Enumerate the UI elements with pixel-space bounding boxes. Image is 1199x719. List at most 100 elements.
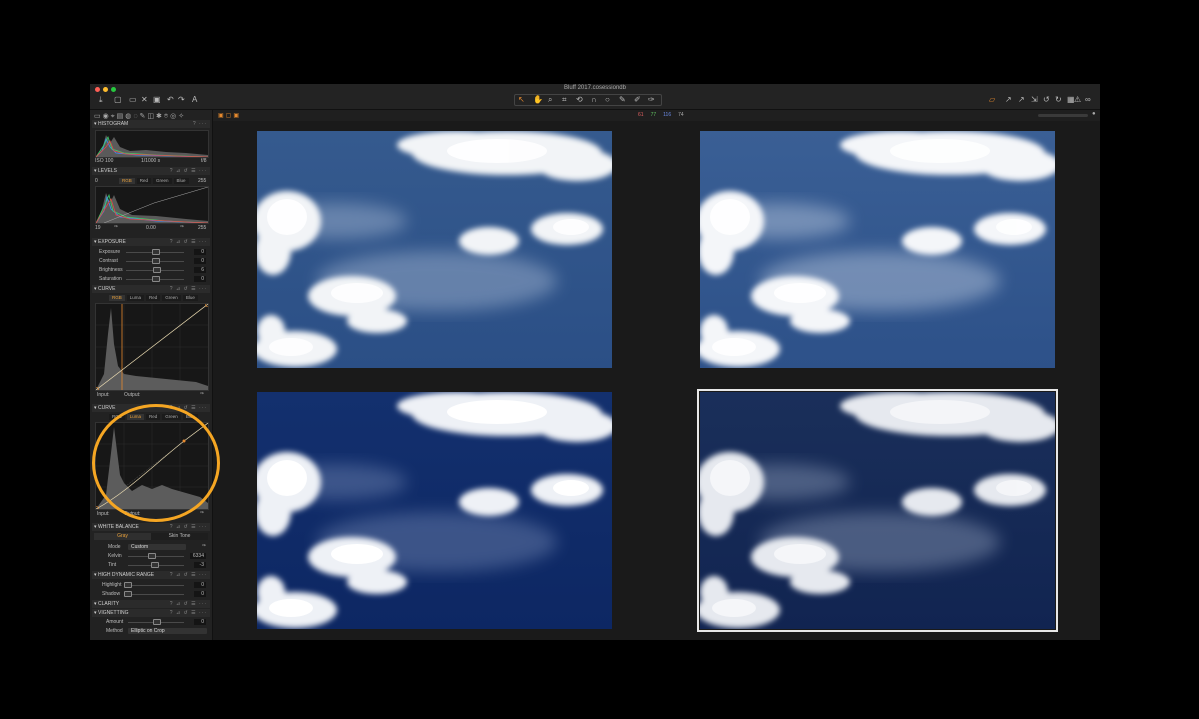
eraser-tool-icon[interactable]: ✐ bbox=[634, 95, 641, 104]
photo-variant-3[interactable] bbox=[257, 392, 612, 629]
levels-output-high[interactable]: 255 bbox=[198, 225, 206, 231]
saturation-slider-knob[interactable] bbox=[152, 276, 160, 282]
picker-tool-icon[interactable]: ✑ bbox=[648, 95, 655, 104]
curve-2-picker-icon[interactable]: ✑ bbox=[200, 510, 204, 516]
levels-input-low[interactable]: 0 bbox=[95, 178, 98, 184]
rotate-tool-icon[interactable]: ⟲ bbox=[576, 95, 583, 104]
vignetting-method-select[interactable]: Elliptic on Crop bbox=[128, 628, 207, 634]
sky-photo bbox=[700, 392, 1055, 629]
levels-picker-icon-right[interactable]: ✑ bbox=[180, 224, 184, 230]
levels-input-high[interactable]: 255 bbox=[198, 178, 206, 184]
sky-photo bbox=[257, 392, 612, 629]
contrast-label: Contrast bbox=[99, 258, 118, 264]
arrow-icon[interactable]: ↗ bbox=[1005, 95, 1012, 104]
levels-tab-red[interactable]: Red bbox=[136, 178, 152, 184]
redo-all-icon[interactable]: ↻ bbox=[1055, 95, 1062, 104]
curve-tab-green[interactable]: Green bbox=[162, 295, 181, 301]
crop-tool-icon[interactable]: ⌗ bbox=[562, 95, 567, 104]
contrast-slider-knob[interactable] bbox=[152, 258, 160, 264]
wb-tint-knob[interactable] bbox=[151, 562, 159, 568]
wb-picker-icon[interactable]: ✑ bbox=[202, 543, 206, 549]
clarity-header[interactable]: CLARITY? ⊿ ↺ ☰ ··· bbox=[90, 600, 210, 608]
levels-output-low[interactable]: 19 bbox=[95, 225, 101, 231]
compare-icon[interactable]: ⇲ bbox=[1031, 95, 1038, 104]
wb-kelvin-slider[interactable] bbox=[128, 556, 184, 557]
import-icon[interactable]: ⤓ bbox=[99, 95, 103, 104]
reset-icon[interactable]: ↺ bbox=[1043, 95, 1050, 104]
levels-tab-blue[interactable]: Blue bbox=[173, 178, 189, 184]
vignetting-amount-value[interactable]: 0 bbox=[194, 619, 206, 625]
vignetting-amount-label: Amount bbox=[106, 619, 124, 625]
redo-icon[interactable]: ↷ bbox=[178, 95, 185, 104]
undo-icon[interactable]: ↶ bbox=[167, 95, 174, 104]
levels-picker-icon[interactable]: ✑ bbox=[114, 224, 118, 230]
title-bar: Bluff 2017.cosessiondb ⤓ ▢ ▭ ✕ ▣ ↶ ↷ A ↖… bbox=[90, 84, 1100, 110]
curve-tab-rgb[interactable]: RGB bbox=[109, 295, 125, 301]
curve-tab-luma[interactable]: Luma bbox=[126, 295, 145, 301]
hdr-highlight-slider[interactable] bbox=[126, 585, 184, 586]
zoom-slider[interactable] bbox=[1038, 114, 1088, 117]
cursor-tool-icon[interactable]: ↖ bbox=[518, 95, 525, 104]
edit-icon[interactable]: ↗ bbox=[1018, 95, 1025, 104]
keystone-tool-icon[interactable]: ∩ bbox=[591, 95, 597, 104]
hdr-shadow-slider[interactable] bbox=[126, 594, 184, 595]
wb-tint-value[interactable]: -3 bbox=[194, 562, 206, 568]
folder-icon[interactable]: ▭ bbox=[129, 95, 137, 104]
camera-icon[interactable]: ▢ bbox=[114, 95, 122, 104]
hdr-header[interactable]: HIGH DYNAMIC RANGE? ⊿ ↺ ☰ ··· bbox=[90, 571, 210, 579]
white-balance-header[interactable]: WHITE BALANCE? ⊿ ↺ ☰ ··· bbox=[90, 523, 210, 531]
brightness-value[interactable]: 6 bbox=[194, 267, 206, 273]
photo-variant-2[interactable] bbox=[700, 131, 1055, 368]
saturation-label: Saturation bbox=[99, 276, 122, 282]
wb-tab-gray[interactable]: Gray bbox=[94, 533, 151, 540]
curve-tab-red[interactable]: Red bbox=[146, 295, 161, 301]
curve-graph[interactable] bbox=[95, 303, 209, 391]
exposure-value[interactable]: 0 bbox=[194, 249, 206, 255]
brightness-slider-knob[interactable] bbox=[153, 267, 161, 273]
pan-tool-icon[interactable]: ✋ bbox=[533, 95, 543, 104]
wb-tab-skin-tone[interactable]: Skin Tone bbox=[151, 533, 208, 540]
levels-tab-green[interactable]: Green bbox=[153, 178, 172, 184]
photo-variant-4-selected[interactable] bbox=[697, 389, 1058, 632]
viewer-subbar bbox=[90, 110, 1100, 121]
spot-tool-icon[interactable]: ○ bbox=[605, 95, 610, 104]
layers-icon[interactable]: ▱ bbox=[989, 95, 995, 104]
histogram-graph bbox=[95, 130, 209, 158]
viewer-layout-icons[interactable]: ▣▢▣ bbox=[218, 112, 241, 119]
close-icon[interactable]: ✕ bbox=[141, 95, 148, 104]
exposure-slider-knob[interactable] bbox=[152, 249, 160, 255]
curve-header[interactable]: CURVE? ⊿ ↺ ☰ ··· bbox=[90, 285, 210, 293]
levels-tab-rgb[interactable]: RGB bbox=[119, 178, 135, 184]
levels-header[interactable]: LEVELS? ⊿ ↺ ☰ ··· bbox=[90, 167, 210, 175]
vignetting-amount-knob[interactable] bbox=[153, 619, 161, 625]
hdr-highlight-value[interactable]: 0 bbox=[194, 582, 206, 588]
vignetting-header[interactable]: VIGNETTING? ⊿ ↺ ☰ ··· bbox=[90, 609, 210, 617]
photo-variant-1[interactable] bbox=[257, 131, 612, 368]
brush-tool-icon[interactable]: ✎ bbox=[619, 95, 626, 104]
levels-midpoint[interactable]: 0.00 bbox=[146, 225, 156, 231]
exposure-header[interactable]: EXPOSURE? ⊿ ↺ ☰ ··· bbox=[90, 238, 210, 246]
curve-picker-icon[interactable]: ✑ bbox=[200, 391, 204, 397]
wb-kelvin-value[interactable]: 6334 bbox=[190, 553, 206, 559]
user-icon[interactable]: ● bbox=[1092, 111, 1096, 117]
glasses-icon[interactable]: ∞ bbox=[1085, 95, 1091, 104]
text-icon[interactable]: A bbox=[192, 95, 197, 104]
white-balance-tabs: Gray Skin Tone bbox=[94, 533, 208, 540]
highlight-annotation-ring bbox=[92, 404, 220, 522]
warning-icon[interactable]: ⚠ bbox=[1074, 95, 1081, 104]
histogram-header[interactable]: HISTOGRAM? ··· bbox=[90, 120, 210, 128]
readout-green: 77 bbox=[650, 112, 657, 118]
curve-tab-blue[interactable]: Blue bbox=[182, 295, 198, 301]
zoom-tool-icon[interactable]: ⌕ bbox=[548, 95, 552, 104]
hdr-highlight-knob[interactable] bbox=[124, 582, 132, 588]
hdr-shadow-value[interactable]: 0 bbox=[194, 591, 206, 597]
saturation-value[interactable]: 0 bbox=[194, 276, 206, 282]
wb-kelvin-knob[interactable] bbox=[148, 553, 156, 559]
contrast-value[interactable]: 0 bbox=[194, 258, 206, 264]
hdr-shadow-knob[interactable] bbox=[124, 591, 132, 597]
capture-one-window: Bluff 2017.cosessiondb ⤓ ▢ ▭ ✕ ▣ ↶ ↷ A ↖… bbox=[90, 84, 1100, 640]
wb-kelvin-label: Kelvin bbox=[108, 553, 122, 559]
curve-output-label: Output: bbox=[124, 392, 141, 398]
batch-icon[interactable]: ▣ bbox=[153, 95, 161, 104]
wb-mode-select[interactable]: Custom bbox=[128, 544, 186, 550]
